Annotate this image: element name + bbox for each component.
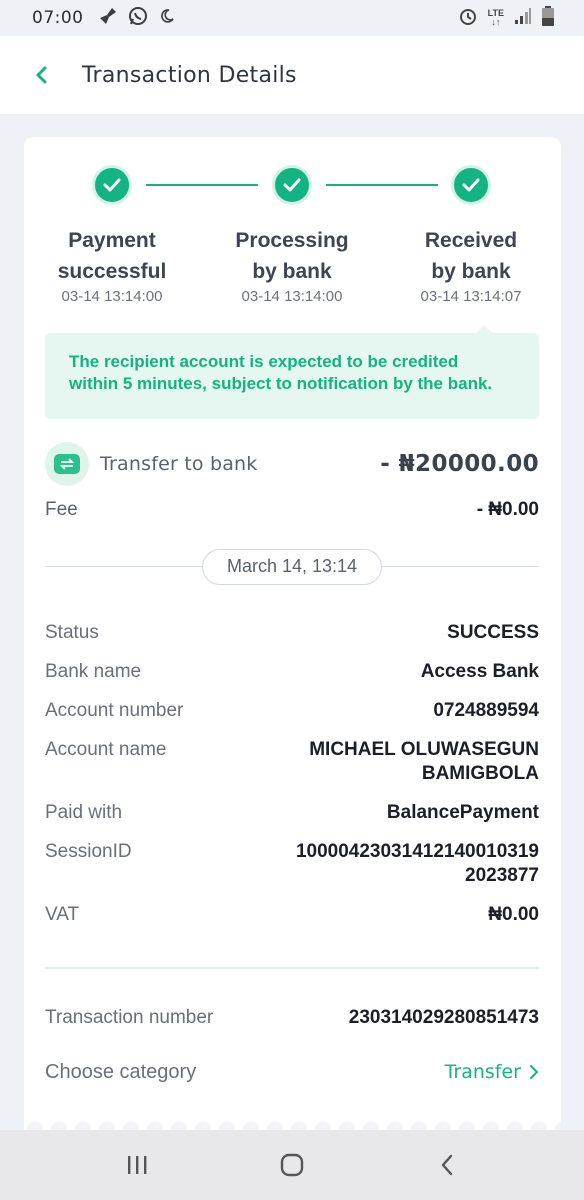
broom-icon [98,6,118,31]
transaction-card: Payment successful Processing by bank Rece… [24,137,561,1137]
paid-with-label: Paid with [45,802,123,823]
status-value: SUCCESS [447,622,539,643]
battery-icon [542,5,554,31]
date-pill: March 14, 13:14 [202,549,382,585]
credit-notice: The recipient account is expected to be … [45,333,539,419]
transfer-amount: - ₦20000.00 [380,451,539,477]
step-connector-2 [326,184,438,186]
category-value[interactable]: Transfer [445,1059,539,1085]
chevron-right-icon [530,1065,539,1079]
progress-steps: Payment successful Processing by bank Rece… [24,165,561,315]
detail-row-account-name: Account name MICHAEL OLUWASEGUN BAMIGBOLA [45,738,539,786]
step-3-check-icon [451,165,491,205]
choose-category-row[interactable]: Choose category Transfer [45,1059,539,1085]
transaction-number-value: 230314029280851473 [348,1007,539,1028]
detail-row-session-id: SessionID 1000042303141214001031​9 202387… [45,840,539,888]
step-2-label: Processing by bank [235,229,349,283]
back-button[interactable] [0,36,70,114]
recent-apps-button[interactable] [97,1140,177,1190]
detail-row-paid-with: Paid with BalancePayment [45,801,539,825]
section-divider [45,967,539,969]
system-nav-bar [0,1130,584,1200]
account-name-label: Account name [45,739,167,760]
back-nav-button[interactable] [407,1140,487,1190]
transaction-number-row: Transaction number 230314029280851473 [45,1006,539,1030]
step-3-time: 03-14 13:14:07 [420,288,522,305]
step-1-label: Payment successful [57,229,167,283]
vat-value: ₦0.00 [488,904,539,925]
fee-value: - ₦0.00 [476,499,539,520]
whatsapp-icon [128,6,148,31]
lte-indicator: LTE ↓↑ [487,8,504,27]
bank-name-value: Access Bank [420,661,539,682]
moon-icon [158,7,176,30]
vat-label: VAT [45,904,80,925]
account-number-value: 0724889594 [433,700,539,721]
status-time: 07:00 [32,8,84,28]
account-number-label: Account number [45,700,184,721]
account-name-value: MICHAEL OLUWASEGUN BAMIGBOLA [309,739,539,784]
transfer-icon [45,442,89,486]
step-3-label: Received by bank [424,229,518,283]
detail-row-bank-name: Bank name Access Bank [45,660,539,684]
transfer-summary: Transfer to bank - ₦20000.00 [45,442,539,486]
session-id-value: 1000042303141214001031​9 2023877 [295,841,539,886]
detail-row-vat: VAT ₦0.00 [45,903,539,927]
detail-row-status: Status SUCCESS [45,621,539,645]
detail-row-account-number: Account number 0724889594 [45,699,539,723]
transaction-number-label: Transaction number [45,1007,214,1028]
app-header: Transaction Details [0,36,584,114]
step-1-time: 03-14 13:14:00 [61,288,163,305]
step-connector-1 [146,184,258,186]
chevron-left-icon [36,66,47,84]
alarm-icon [458,6,478,31]
transfer-type-label: Transfer to bank [100,453,258,475]
fee-label: Fee [45,499,78,520]
step-2-check-icon [272,165,312,205]
date-separator: March 14, 13:14 [45,549,539,585]
paid-with-value: BalancePayment [386,802,539,823]
status-bar: 07:00 LTE ↓↑ [0,0,584,36]
bank-name-label: Bank name [45,661,142,682]
home-button[interactable] [252,1140,332,1190]
category-value-text: Transfer [444,1061,521,1083]
recent-apps-icon [128,1156,147,1174]
status-label: Status [45,622,99,643]
page-title: Transaction Details [82,62,297,88]
back-arrow-icon [441,1154,452,1176]
signal-icon [514,7,532,30]
fee-row: Fee - ₦0.00 [45,499,539,521]
home-icon [280,1153,304,1177]
details-list: Status SUCCESS Bank name Access Bank Acc… [45,621,539,942]
step-2-time: 03-14 13:14:00 [241,288,343,305]
choose-category-label: Choose category [45,1061,197,1083]
session-id-label: SessionID [45,841,132,862]
step-1-check-icon [92,165,132,205]
